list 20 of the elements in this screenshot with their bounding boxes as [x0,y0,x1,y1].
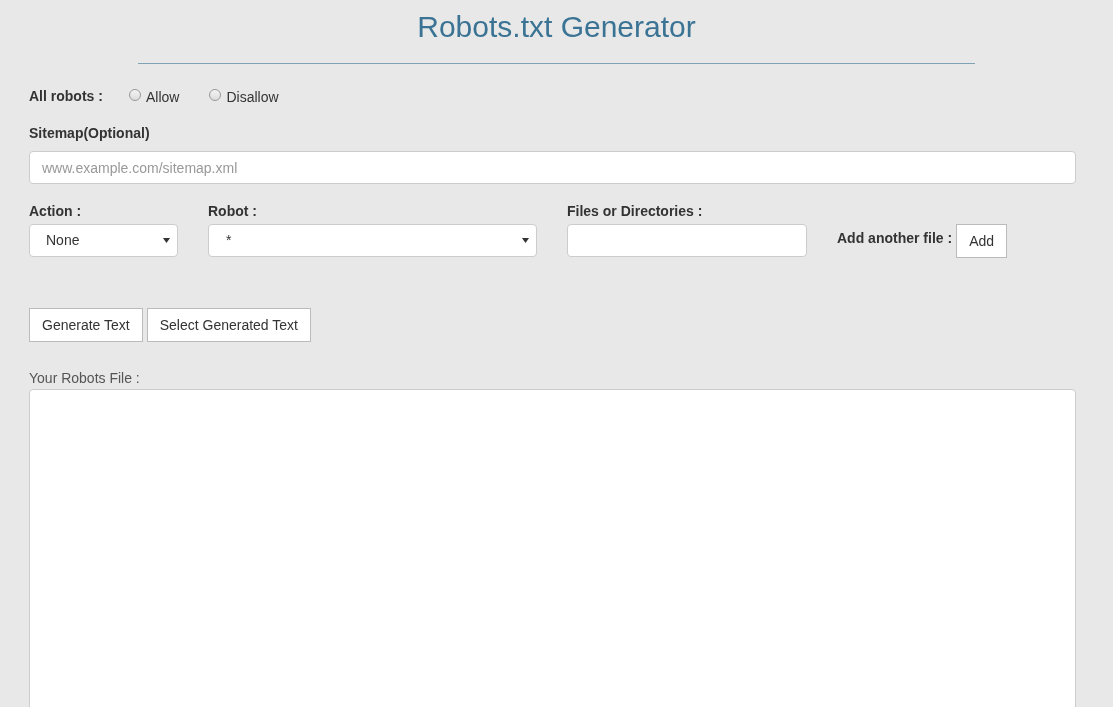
add-another-file-label: Add another file : [837,229,953,248]
dropdown-caret-icon [163,238,170,243]
sitemap-label: Sitemap(Optional) [29,124,151,143]
robot-dropdown[interactable]: * [208,224,537,257]
dropdown-caret-icon [522,238,529,243]
action-dropdown[interactable]: None [29,224,178,257]
action-button[interactable]: Generate Text [29,308,143,342]
output-label: Your Robots File : [29,370,141,386]
robot-label: Robot : [208,202,258,217]
all-robots-label: All robots : [29,86,104,106]
sitemap-field[interactable]: www.example.com/sitemap.xml [29,151,1076,184]
page-title: Robots.txt Generator [417,10,696,44]
files-field[interactable] [567,224,807,257]
add-button[interactable]: Add [956,224,1008,258]
action-button[interactable]: Select Generated Text [146,308,311,342]
files-label: Files or Directories : [567,202,704,217]
robots-file-textarea[interactable] [29,389,1076,707]
radio-option[interactable]: Disallow [209,84,279,108]
radio-option[interactable]: Allow [129,84,180,108]
action-label: Action : [29,202,83,217]
